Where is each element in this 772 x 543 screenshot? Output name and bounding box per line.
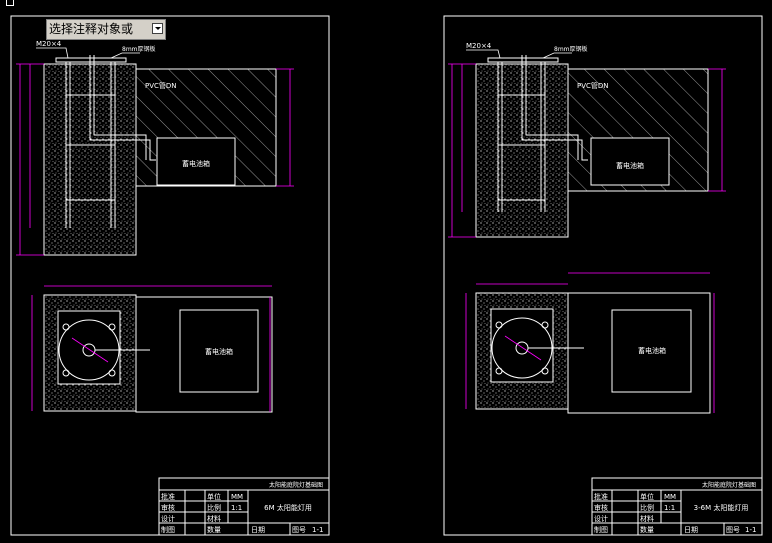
title-block: 太阳能庭院灯基础图 批准 审核 设计 制图 单位 比例 材料 数量 MM 1:1…	[158, 477, 330, 536]
tb-draw: 制图	[594, 525, 608, 534]
tb-design: 设计	[594, 514, 608, 523]
tb-approve: 批准	[161, 492, 175, 501]
tb-scale: 比例	[640, 503, 654, 512]
tb-quantity: 数量	[207, 525, 221, 534]
tb-sheet: 1-1	[312, 526, 323, 534]
plate-leader	[110, 52, 140, 59]
title-block-header: 太阳能庭院灯基础图	[269, 481, 323, 489]
plan-view: 蓄电池箱	[31, 285, 273, 413]
drawing-right: 蓄电池箱 M20×4 8mm厚钢板 PVC管DN 蓄电池箱 太阳能庭院灯基础图 …	[443, 15, 763, 536]
title-block-header: 太阳能庭院灯基础图	[702, 481, 756, 489]
tb-draw: 制图	[161, 525, 175, 534]
plan-base-plate	[490, 308, 554, 383]
command-prompt-text: 选择注释对象或	[49, 22, 134, 36]
battery-label: 蓄电池箱	[616, 161, 644, 170]
bolt-label: M20×4	[36, 40, 62, 48]
bolt-leader	[466, 49, 501, 59]
pipe-label: PVC管DN	[577, 81, 609, 90]
bolt-leader	[36, 47, 69, 59]
tb-scale: 比例	[207, 503, 221, 512]
crosshair-cursor-icon	[6, 0, 14, 6]
tb-sheet-label: 图号	[726, 526, 740, 534]
command-prompt-tooltip[interactable]: 选择注释对象或	[46, 19, 166, 40]
tb-design: 设计	[161, 514, 175, 523]
plan-pit	[135, 296, 273, 413]
drawing-left: 蓄电池箱 M20×4 8mm厚钢板 PVC管DN 蓄电池箱 太阳能庭院灯基础图 …	[10, 15, 330, 536]
tb-date: 日期	[684, 526, 698, 534]
tb-unit-value: MM	[231, 493, 243, 501]
tb-approve: 批准	[594, 492, 608, 501]
tb-sheet-label: 图号	[292, 526, 306, 534]
plate-leader	[542, 52, 572, 59]
elevation-view: 蓄电池箱 M20×4 8mm厚钢板 PVC管DN	[16, 40, 294, 256]
tb-material: 材料	[207, 514, 221, 523]
tb-sheet: 1-1	[745, 526, 756, 534]
tb-review: 审核	[161, 503, 175, 512]
tb-scale-value: 1:1	[664, 504, 675, 512]
tb-review: 审核	[594, 503, 608, 512]
cad-viewport[interactable]: 蓄电池箱 M20×4 8mm厚钢板 PVC管DN 蓄电池箱 太阳能庭院灯基础图 …	[0, 0, 772, 543]
tb-quantity: 数量	[640, 525, 654, 534]
plan-view: 蓄电池箱	[465, 272, 715, 414]
bolt-label: M20×4	[466, 42, 492, 50]
plan-base-plate	[57, 310, 121, 385]
title-block: 太阳能庭院灯基础图 批准 审核 设计 制图 单位 比例 材料 数量 MM 1:1…	[591, 477, 763, 536]
tb-unit: 单位	[640, 492, 654, 501]
dropdown-arrow-icon[interactable]	[152, 23, 163, 34]
tb-unit-value: MM	[664, 493, 676, 501]
plate-label: 8mm厚钢板	[122, 45, 156, 53]
tb-scale-value: 1:1	[231, 504, 242, 512]
tb-unit: 单位	[207, 492, 221, 501]
plate-label: 8mm厚钢板	[554, 45, 588, 53]
tb-drawing-name: 3-6M 太阳能灯用	[694, 503, 749, 512]
plan-battery-label: 蓄电池箱	[638, 346, 666, 355]
plan-battery-label: 蓄电池箱	[205, 347, 233, 356]
elevation-view: 蓄电池箱 M20×4 8mm厚钢板 PVC管DN	[448, 42, 726, 238]
pipe-label: PVC管DN	[145, 81, 177, 90]
battery-label: 蓄电池箱	[182, 159, 210, 168]
tb-date: 日期	[251, 526, 265, 534]
tb-material: 材料	[640, 514, 654, 523]
tb-drawing-name: 6M 太阳能灯用	[264, 503, 312, 512]
